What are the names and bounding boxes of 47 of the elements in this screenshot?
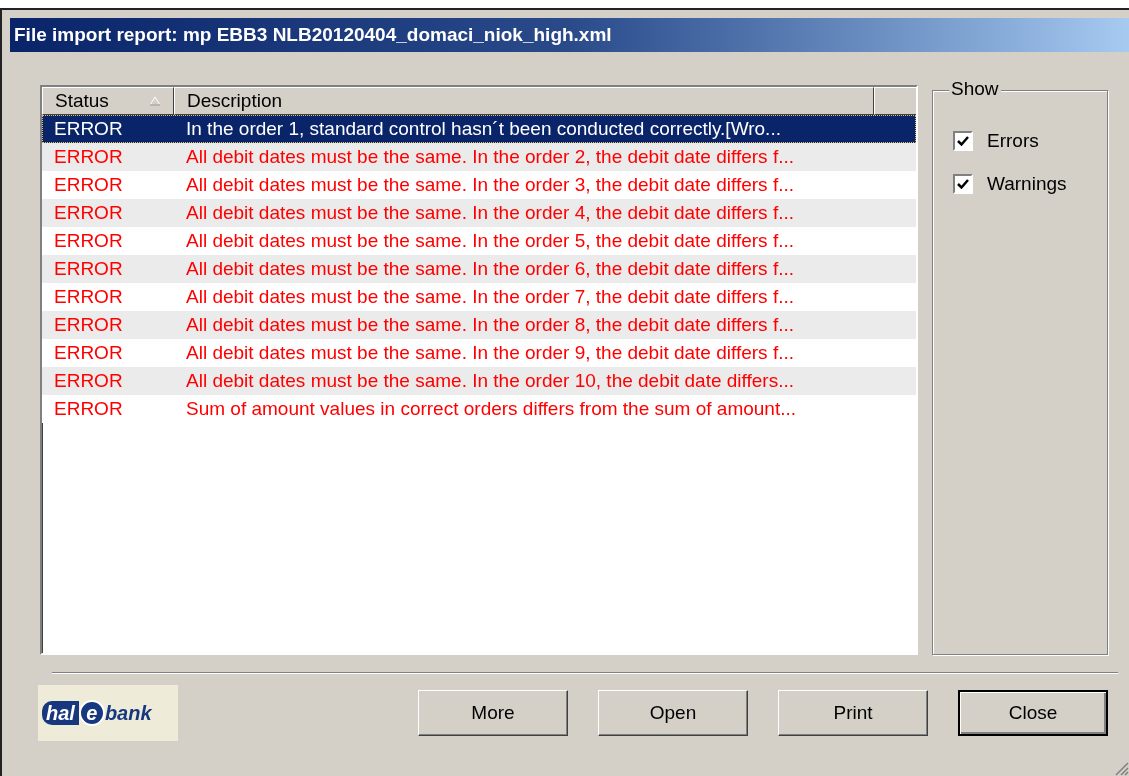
description-cell-text: All debit dates must be the same. In the order 8, the debit date differs f... [185, 312, 794, 337]
description-cell-text: All debit dates must be the same. In the order 7, the debit date differs f... [185, 284, 794, 309]
status-cell-text: ERROR [53, 396, 124, 421]
table-row[interactable]: ERROR All debit dates must be the same. In the order 6, the debit date differs f... [42, 255, 916, 283]
description-cell-text: All debit dates must be the same. In the order 6, the debit date differs f... [185, 256, 794, 281]
table-row[interactable]: ERROR All debit dates must be the same. In the order 4, the debit date differs f... [42, 199, 916, 227]
table-row[interactable]: ERROR In the order 1, standard control hasn´t been conducted correctly.[Wro... [42, 115, 916, 143]
status-cell-text: ERROR [53, 368, 124, 393]
description-cell-text: All debit dates must be the same. In the order 5, the debit date differs f... [185, 228, 794, 253]
status-cell-text: ERROR [53, 116, 124, 141]
column-header[interactable]: Status [42, 87, 174, 115]
resize-grip-icon[interactable] [1113, 760, 1129, 776]
checkbox-label: Errors [987, 129, 1039, 153]
description-cell-text: In the order 1, standard control hasn´t been conducted correctly.[Wro... [185, 116, 781, 141]
logo-text: bank [104, 701, 152, 725]
checkbox[interactable] [953, 131, 973, 152]
checkmark-icon [957, 177, 969, 190]
table-row[interactable]: ERROR All debit dates must be the same. In the order 2, the debit date differs f... [42, 143, 916, 171]
column-header [874, 87, 916, 115]
status-cell-text: ERROR [53, 144, 124, 169]
table-row[interactable]: ERROR All debit dates must be the same. In the order 8, the debit date differs f... [42, 311, 916, 339]
description-cell-text: All debit dates must be the same. In the order 9, the debit date differs f... [185, 340, 794, 365]
table-row[interactable]: ERROR All debit dates must be the same. In the order 10, the debit date differs... [42, 367, 916, 395]
dialog-button[interactable]: More [418, 690, 568, 736]
description-cell-text: All debit dates must be the same. In the order 4, the debit date differs f... [185, 200, 794, 225]
logo-text: hal [42, 701, 79, 725]
status-cell-text: ERROR [53, 340, 124, 365]
dialog-button[interactable]: Open [598, 690, 748, 736]
logo-text: e [78, 700, 105, 726]
description-cell-text: All debit dates must be the same. In the order 2, the debit date differs f... [185, 144, 794, 169]
checkbox[interactable] [953, 173, 973, 194]
status-cell-text: ERROR [53, 284, 124, 309]
window-title: File import report: mp EBB3 NLB20120404_domaci_niok_high.xml [14, 22, 612, 47]
dialog-button[interactable]: Close [958, 690, 1108, 736]
description-cell-text: All debit dates must be the same. In the order 10, the debit date differs... [185, 368, 794, 393]
dialog-button[interactable]: Print [778, 690, 928, 736]
status-cell-text: ERROR [53, 256, 124, 281]
report-list[interactable] [40, 85, 918, 655]
description-cell-text: All debit dates must be the same. In the order 3, the debit date differs f... [185, 172, 794, 197]
status-cell-text: ERROR [53, 228, 124, 253]
checkmark-icon [957, 135, 969, 148]
status-cell-text: ERROR [53, 172, 124, 197]
status-cell-text: ERROR [53, 312, 124, 337]
checkbox-label: Warnings [987, 171, 1067, 196]
column-header[interactable]: Description [174, 87, 874, 115]
status-cell-text: ERROR [53, 200, 124, 225]
description-cell-text: Sum of amount values in correct orders differs from the sum of amount... [185, 396, 797, 421]
